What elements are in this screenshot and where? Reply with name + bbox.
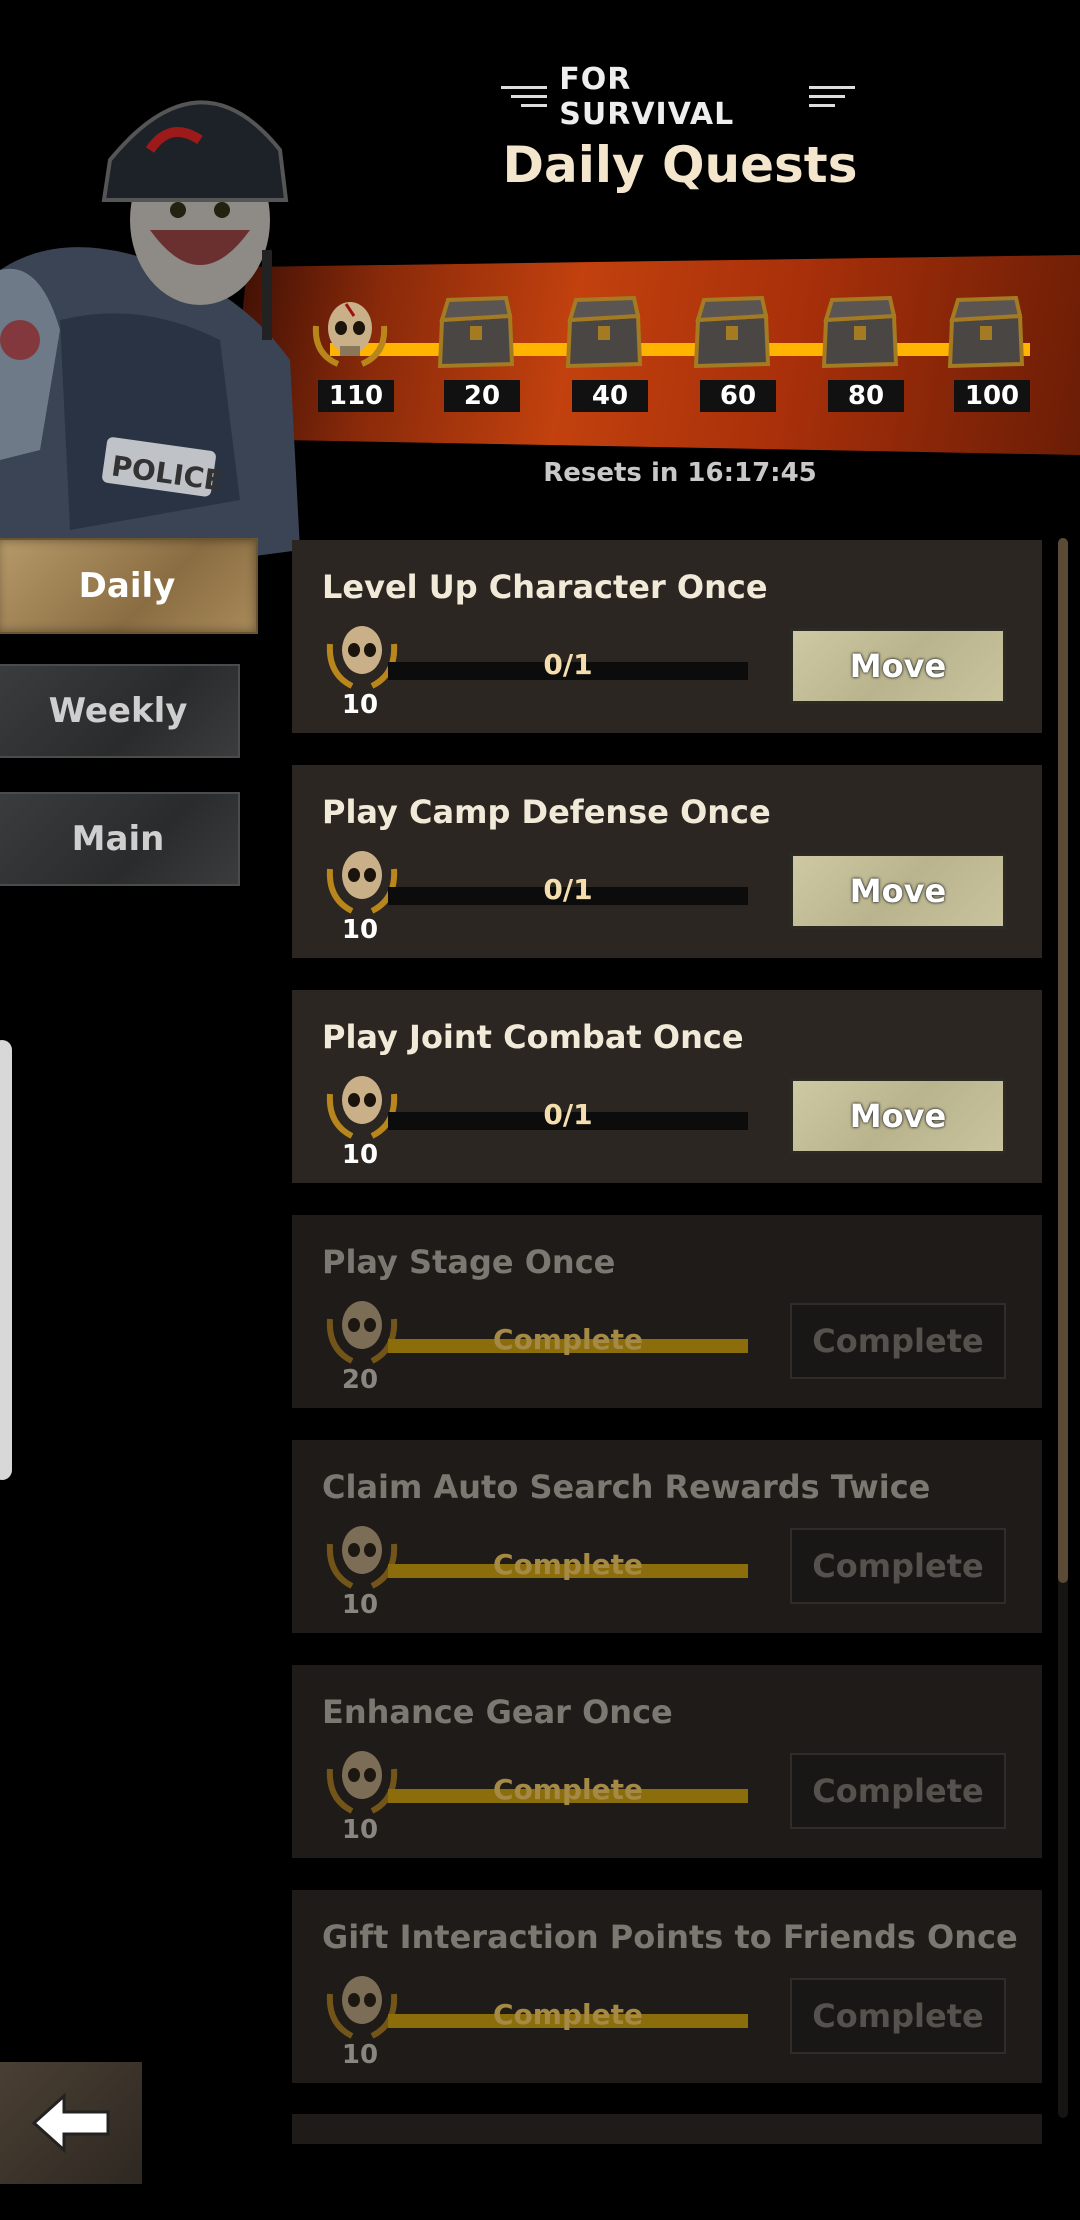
milestone-skull[interactable]: 110 bbox=[308, 290, 404, 420]
complete-button[interactable]: Complete bbox=[790, 1303, 1006, 1379]
move-button[interactable]: Move bbox=[790, 628, 1006, 704]
page-subtitle: FOR SURVIVAL bbox=[559, 62, 735, 132]
complete-button[interactable]: Complete bbox=[790, 1978, 1006, 2054]
reward-amount: 20 bbox=[341, 1365, 379, 1395]
quest-title: Play Stage Once bbox=[322, 1243, 616, 1281]
treasure-chest-icon bbox=[693, 295, 771, 369]
quest-progress-text: Complete bbox=[493, 1323, 643, 1356]
complete-button[interactable]: Complete bbox=[790, 1753, 1006, 1829]
treasure-chest-icon bbox=[947, 295, 1025, 369]
quest-title: Gift Interaction Points to Friends Once bbox=[322, 1918, 1018, 1956]
back-arrow-icon bbox=[31, 2092, 110, 2154]
milestone-label: 40 bbox=[572, 380, 648, 412]
scrollbar-thumb[interactable] bbox=[1058, 538, 1068, 1583]
treasure-chest-icon bbox=[821, 295, 899, 369]
quest-card: Claim Auto Search Rewards Twice 10 Compl… bbox=[292, 1440, 1042, 1633]
quest-title: Level Up Character Once bbox=[322, 568, 768, 606]
quest-progress-text: Complete bbox=[493, 1773, 643, 1806]
reward-amount: 10 bbox=[341, 1590, 379, 1620]
skull-laurel-icon bbox=[312, 302, 388, 367]
treasure-chest-icon bbox=[565, 295, 643, 369]
reset-timer: Resets in 16:17:45 bbox=[543, 458, 817, 488]
tab-daily[interactable]: Daily bbox=[0, 538, 258, 634]
quest-progress-text: 0/1 bbox=[543, 1098, 593, 1131]
quest-title: Play Joint Combat Once bbox=[322, 1018, 744, 1056]
quest-card: Play Stage Once 20 Complete Complete bbox=[292, 1215, 1042, 1408]
side-drawer-handle[interactable] bbox=[0, 1040, 12, 1480]
quest-card: Enhance Gear Once 10 Complete Complete bbox=[292, 1665, 1042, 1858]
milestone-chest[interactable]: 60 bbox=[690, 290, 786, 420]
milestone-chest[interactable]: 100 bbox=[944, 290, 1040, 420]
quest-card: Gift Interaction Points to Friends Once … bbox=[292, 1890, 1042, 2083]
reward-amount: 10 bbox=[341, 1140, 379, 1170]
milestone-label: 60 bbox=[700, 380, 776, 412]
page-title: Daily Quests bbox=[502, 136, 858, 194]
tab-main[interactable]: Main bbox=[0, 792, 240, 886]
quest-card: Level Up Character Once 10 0/1 Move bbox=[292, 540, 1042, 733]
tab-weekly[interactable]: Weekly bbox=[0, 664, 240, 758]
quest-progress-text: 0/1 bbox=[543, 648, 593, 681]
reward-amount: 10 bbox=[341, 1815, 379, 1845]
milestone-label: 20 bbox=[444, 380, 520, 412]
decorative-lines-left-icon bbox=[501, 84, 548, 110]
quest-title: Claim Auto Search Rewards Twice bbox=[322, 1468, 931, 1506]
milestone-label: 100 bbox=[954, 380, 1030, 412]
decorative-lines-right-icon bbox=[808, 84, 855, 110]
reward-amount: 10 bbox=[341, 690, 379, 720]
header-subtitle-row: FOR SURVIVAL bbox=[501, 62, 855, 132]
quest-card-partial bbox=[292, 2114, 1042, 2144]
quest-progress-text: 0/1 bbox=[543, 873, 593, 906]
milestone-chest[interactable]: 80 bbox=[818, 290, 914, 420]
reward-amount: 10 bbox=[341, 915, 379, 945]
move-button[interactable]: Move bbox=[790, 853, 1006, 929]
milestone-chest[interactable]: 20 bbox=[434, 290, 530, 420]
quest-card: Play Joint Combat Once 10 0/1 Move bbox=[292, 990, 1042, 1183]
milestone-label: 110 bbox=[318, 380, 394, 412]
quest-progress-text: Complete bbox=[493, 1548, 643, 1581]
quest-card: Play Camp Defense Once 10 0/1 Move bbox=[292, 765, 1042, 958]
milestone-chest[interactable]: 40 bbox=[562, 290, 658, 420]
milestone-label: 80 bbox=[828, 380, 904, 412]
move-button[interactable]: Move bbox=[790, 1078, 1006, 1154]
back-button[interactable] bbox=[0, 2062, 142, 2184]
treasure-chest-icon bbox=[437, 295, 515, 369]
quest-title: Play Camp Defense Once bbox=[322, 793, 771, 831]
reward-amount: 10 bbox=[341, 2040, 379, 2070]
quest-title: Enhance Gear Once bbox=[322, 1693, 673, 1731]
quest-progress-text: Complete bbox=[493, 1998, 643, 2031]
complete-button[interactable]: Complete bbox=[790, 1528, 1006, 1604]
